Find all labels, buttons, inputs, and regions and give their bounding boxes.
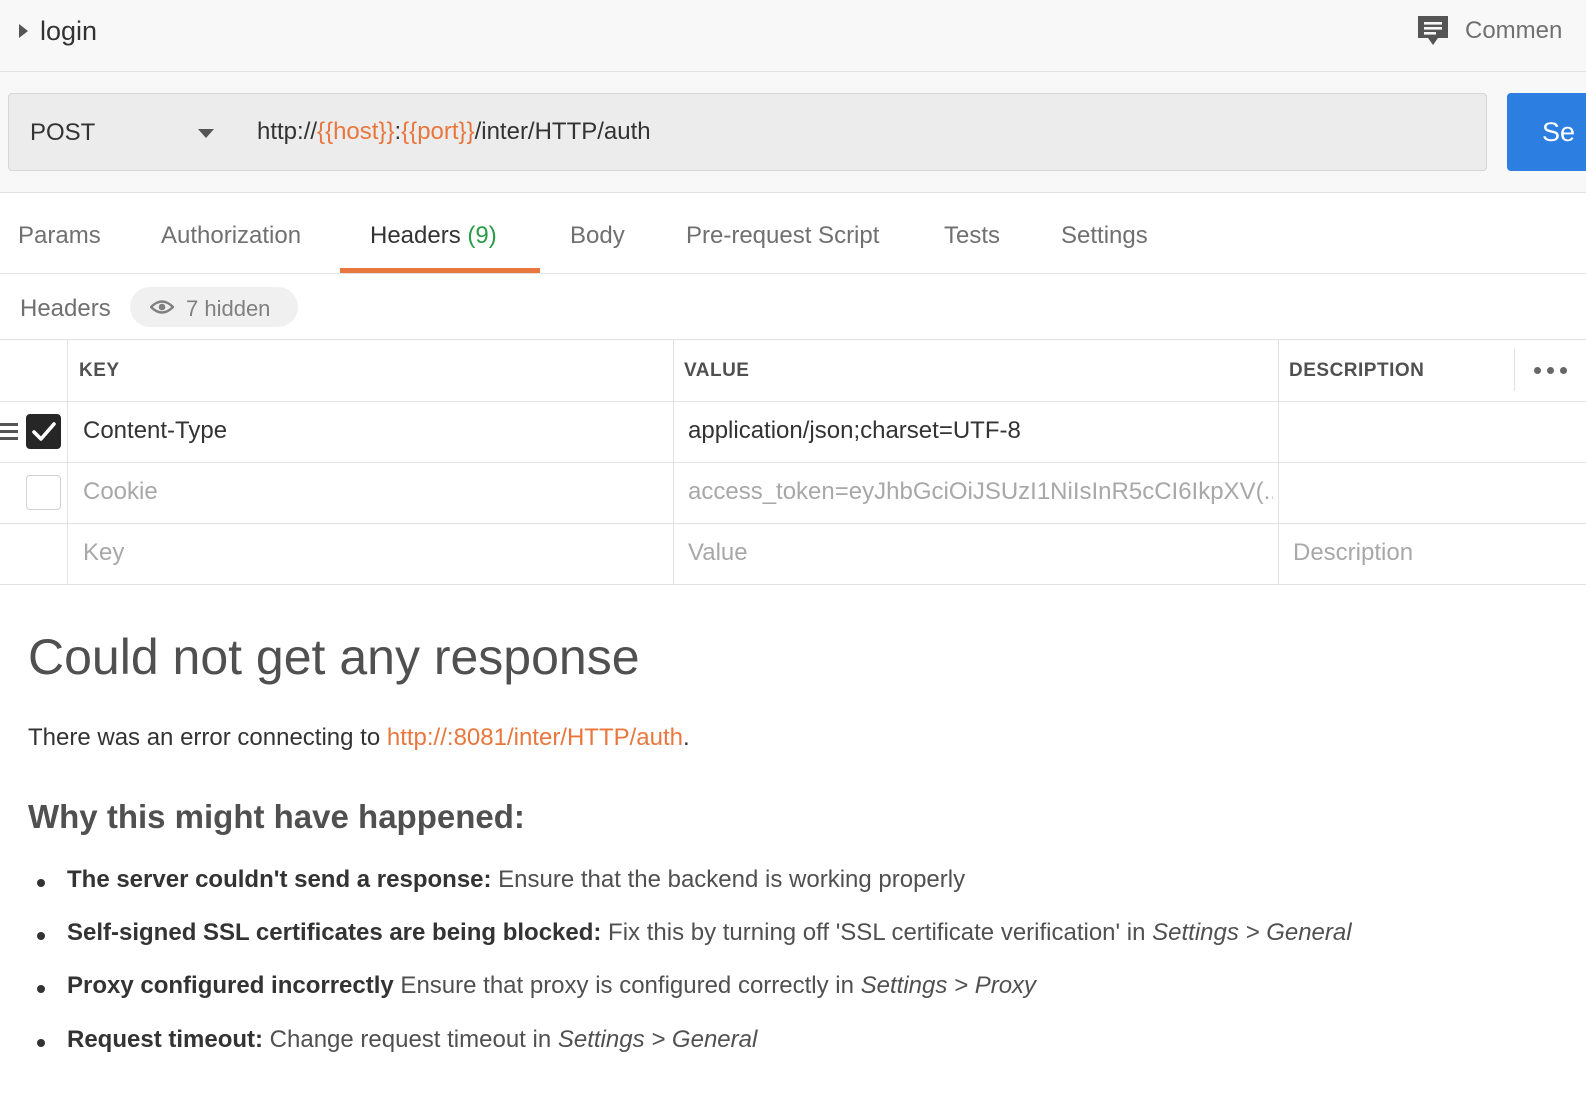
tab-label: Body xyxy=(570,222,625,249)
request-title-bar: login Commen xyxy=(0,0,1586,72)
tab-label: Settings xyxy=(1061,222,1148,249)
tab-label: Tests xyxy=(944,222,1001,249)
url-prefix: http:// xyxy=(257,118,318,145)
url-bar: POST http://{{host}}:{{port}}/inter/HTTP… xyxy=(0,72,1586,193)
reason-title: Self-signed SSL certificates are being b… xyxy=(67,919,602,946)
response-error-title: Could not get any response xyxy=(28,629,640,685)
more-horizontal-icon[interactable] xyxy=(1534,367,1574,375)
reason-title: The server couldn't send a response: xyxy=(67,866,492,893)
new-description-input[interactable]: Description xyxy=(1293,539,1413,567)
reason-settings-path: Settings > General xyxy=(1152,919,1352,946)
hidden-headers-toggle[interactable]: 7 hidden xyxy=(130,287,298,327)
row-enabled-checkbox[interactable] xyxy=(26,475,61,510)
bullet-icon xyxy=(37,879,45,887)
reason-settings-path: Settings > General xyxy=(557,1026,758,1053)
comments-label: Commen xyxy=(1465,17,1563,44)
tab-label: Params xyxy=(18,222,101,249)
request-name[interactable]: login xyxy=(40,16,97,47)
headers-table: KEY VALUE DESCRIPTION Content-Type appli… xyxy=(0,339,1586,585)
column-header-value: VALUE xyxy=(684,360,750,381)
row-divider xyxy=(0,584,1586,585)
error-url-link[interactable]: http://:8081/inter/HTTP/auth xyxy=(387,724,683,751)
error-desc-suffix: . xyxy=(683,724,690,751)
reason-text: Ensure that proxy is configured correctl… xyxy=(393,972,861,999)
new-key-input[interactable]: Key xyxy=(83,539,124,567)
method-select[interactable]: POST xyxy=(8,93,237,171)
tab-label: Headers xyxy=(370,222,461,249)
row-divider xyxy=(0,462,1586,463)
headers-section-title: Headers xyxy=(20,295,111,322)
header-key-cell[interactable]: Content-Type xyxy=(83,417,663,445)
row-divider xyxy=(0,401,1586,402)
header-value-cell[interactable]: access_token=eyJhbGciOiJSUzI1NiIsInR5cCI… xyxy=(688,478,1273,506)
reason-title: Proxy configured incorrectly xyxy=(67,972,394,999)
hidden-count-label: 7 hidden xyxy=(186,296,271,321)
method-label: POST xyxy=(30,119,96,146)
url-input[interactable]: http://{{host}}:{{port}}/inter/HTTP/auth xyxy=(236,93,1487,171)
error-desc-prefix: There was an error connecting to xyxy=(28,724,387,751)
tab-params[interactable]: Params xyxy=(18,222,101,250)
comment-icon xyxy=(1418,16,1448,45)
header-key-cell[interactable]: Cookie xyxy=(83,478,663,506)
url-variable-host: {{host}} xyxy=(317,118,395,145)
new-value-input[interactable]: Value xyxy=(688,539,748,567)
send-button[interactable]: Se xyxy=(1507,93,1586,171)
tab-body[interactable]: Body xyxy=(570,222,625,250)
bullet-icon xyxy=(37,1039,45,1047)
active-tab-indicator xyxy=(340,268,540,273)
tab-authorization[interactable]: Authorization xyxy=(161,222,301,250)
reason-text: Ensure that the backend is working prope… xyxy=(491,866,966,893)
reason-text: Fix this by turning off 'SSL certificate… xyxy=(601,919,1153,946)
request-tabs: Params Authorization Headers (9) Body Pr… xyxy=(0,194,1586,274)
header-value-cell[interactable]: application/json;charset=UTF-8 xyxy=(688,417,1268,445)
bullet-icon xyxy=(37,985,45,993)
tab-label: Authorization xyxy=(161,222,302,249)
why-heading: Why this might have happened: xyxy=(28,798,525,835)
eye-icon xyxy=(150,300,174,314)
reason-text: Change request timeout in xyxy=(263,1026,558,1053)
row-divider xyxy=(0,523,1586,524)
response-error-description: There was an error connecting to http://… xyxy=(28,724,690,752)
checkmark-icon xyxy=(32,422,56,441)
column-header-key: KEY xyxy=(79,360,120,381)
tab-headers[interactable]: Headers (9) xyxy=(370,222,497,250)
tab-tests[interactable]: Tests xyxy=(944,222,1000,250)
row-enabled-checkbox[interactable] xyxy=(26,414,61,449)
tab-settings[interactable]: Settings xyxy=(1061,222,1148,250)
tab-label: Pre-request Script xyxy=(686,222,880,249)
reason-settings-path: Settings > Proxy xyxy=(860,972,1037,999)
bullet-icon xyxy=(37,932,45,940)
tab-count-badge: (9) xyxy=(467,222,497,249)
url-variable-port: {{port}} xyxy=(401,118,475,145)
url-path: /inter/HTTP/auth xyxy=(474,118,651,145)
drag-handle-icon[interactable] xyxy=(0,423,18,441)
column-header-description: DESCRIPTION xyxy=(1289,360,1425,381)
tab-pre-request-script[interactable]: Pre-request Script xyxy=(686,222,879,250)
caret-right-icon[interactable] xyxy=(19,24,28,38)
column-divider xyxy=(1514,349,1515,391)
headers-toolbar: Headers 7 hidden xyxy=(0,275,1586,339)
chevron-down-icon xyxy=(198,129,214,138)
reason-title: Request timeout: xyxy=(67,1026,264,1053)
